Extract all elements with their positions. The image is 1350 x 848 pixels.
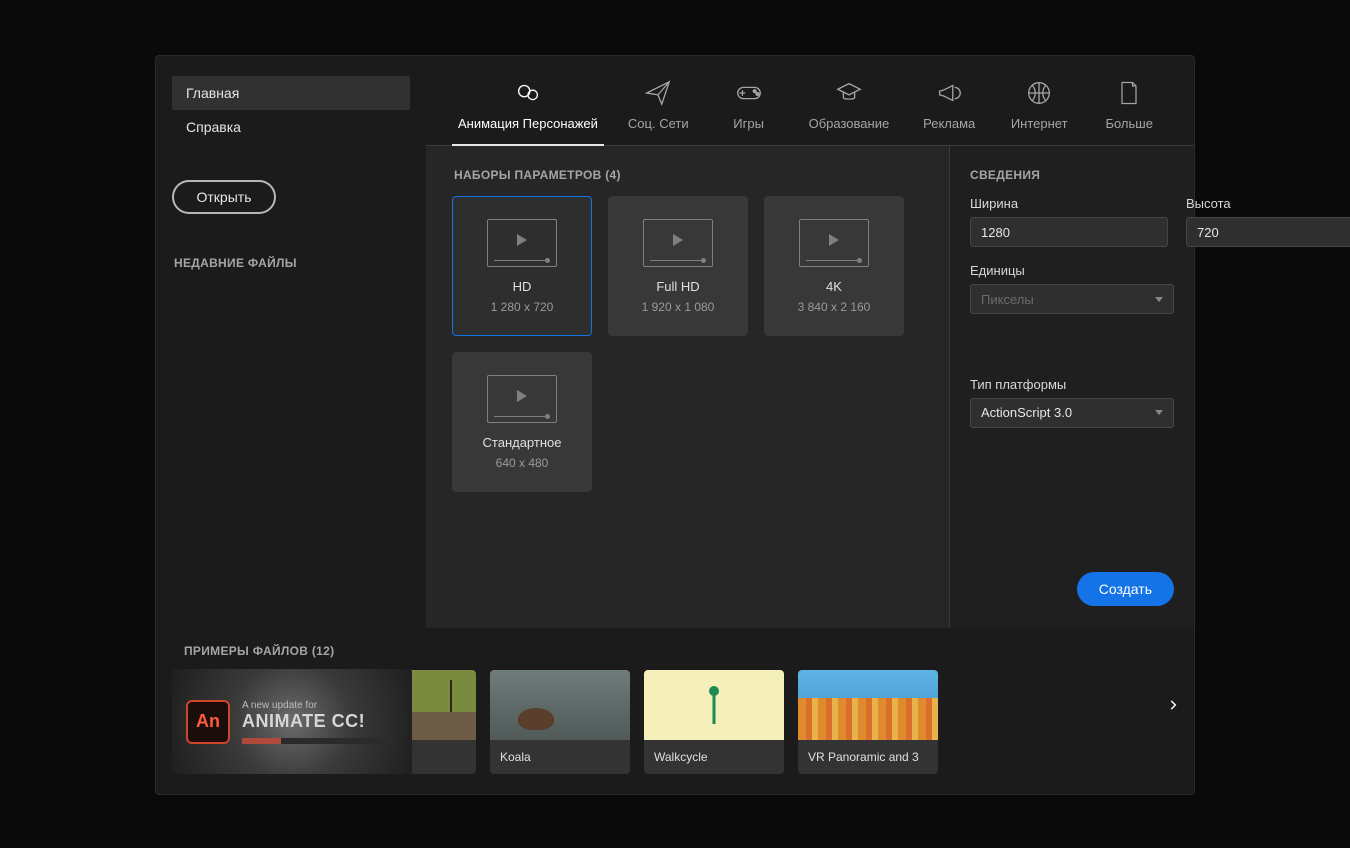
tab-characters[interactable]: Анимация Персонажей [448,72,608,145]
presets-heading: НАБОРЫ ПАРАМЕТРОВ (4) [454,168,923,182]
preset-name: 4K [826,279,842,294]
promo-text: A new update for ANIMATE CC! [242,700,392,744]
samples-next-button[interactable] [1166,698,1180,717]
grad-cap-icon [834,78,864,108]
preset-name: Стандартное [483,435,562,450]
globe-icon [1024,78,1054,108]
sample-card[interactable]: Koala [490,670,630,774]
units-value: Пикселы [981,292,1034,307]
file-icon [1114,78,1144,108]
preset-dimensions: 3 840 x 2 160 [798,300,871,314]
units-select[interactable]: Пикселы [970,284,1174,314]
platform-select[interactable]: ActionScript 3.0 [970,398,1174,428]
preset-name: HD [513,279,532,294]
paper-plane-icon [643,78,673,108]
recent-files-heading: НЕДАВНИЕ ФАЙЛЫ [174,256,410,270]
tab-megaphone[interactable]: Реклама [909,72,989,145]
chevron-down-icon [1155,410,1163,415]
promo-progress [242,738,392,744]
sample-label: Koala [490,740,630,774]
sample-thumb [644,670,784,740]
promo-banner[interactable]: An A new update for ANIMATE CC! [172,669,412,774]
nav-home[interactable]: Главная [172,76,410,110]
tab-gamepad[interactable]: Игры [709,72,789,145]
preset-name: Full HD [656,279,699,294]
details-panel: СВЕДЕНИЯ Ширина Высота Единицы [949,146,1194,628]
tab-grad-cap[interactable]: Образование [799,72,900,145]
width-input[interactable] [970,217,1168,247]
preset-thumb-icon [643,219,713,267]
chevron-down-icon [1155,297,1163,302]
megaphone-icon [934,78,964,108]
preset-cards: HD 1 280 x 720 Full HD 1 920 x 1 080 4K 3 840… [452,196,923,492]
preset-card[interactable]: Стандартное 640 x 480 [452,352,592,492]
nav-help[interactable]: Справка [172,110,410,144]
characters-icon [513,78,543,108]
create-button[interactable]: Создать [1077,572,1174,606]
preset-dimensions: 1 920 x 1 080 [642,300,715,314]
preset-dimensions: 1 280 x 720 [491,300,554,314]
preset-card[interactable]: Full HD 1 920 x 1 080 [608,196,748,336]
animate-logo-icon: An [186,700,230,744]
units-label: Единицы [970,263,1174,278]
tab-paper-plane[interactable]: Соц. Сети [618,72,699,145]
presets-panel: НАБОРЫ ПАРАМЕТРОВ (4) HD 1 280 x 720 Full … [426,146,949,628]
sample-thumb [798,670,938,740]
gamepad-icon [734,78,764,108]
promo-small: A new update for [242,700,392,711]
preset-dimensions: 640 x 480 [496,456,549,470]
preset-thumb-icon [487,375,557,423]
details-heading: СВЕДЕНИЯ [970,168,1174,182]
sample-card[interactable]: Walkcycle [644,670,784,774]
tab-label: Больше [1105,116,1153,131]
preset-card[interactable]: HD 1 280 x 720 [452,196,592,336]
category-tabs: Анимация Персонажей Соц. Сети Игры Образова… [426,56,1194,146]
main-area: Анимация Персонажей Соц. Сети Игры Образова… [426,56,1194,628]
sample-thumb [490,670,630,740]
preset-thumb-icon [487,219,557,267]
tab-file[interactable]: Больше [1089,72,1169,145]
tab-label: Интернет [1011,116,1068,131]
preset-thumb-icon [799,219,869,267]
platform-value: ActionScript 3.0 [981,405,1072,420]
tab-label: Образование [809,116,890,131]
tab-globe[interactable]: Интернет [999,72,1079,145]
tab-label: Соц. Сети [628,116,689,131]
sample-label: VR Panoramic and 3 [798,740,938,774]
sidebar: Главная Справка Открыть НЕДАВНИЕ ФАЙЛЫ [156,56,426,628]
open-button[interactable]: Открыть [172,180,276,214]
sample-card[interactable]: VR Panoramic and 3 [798,670,938,774]
promo-big: ANIMATE CC! [242,711,392,732]
home-screen: Главная Справка Открыть НЕДАВНИЕ ФАЙЛЫ А… [155,55,1195,795]
tab-label: Реклама [923,116,975,131]
width-label: Ширина [970,196,1168,211]
platform-label: Тип платформы [970,377,1174,392]
sample-label: Walkcycle [644,740,784,774]
samples-heading: ПРИМЕРЫ ФАЙЛОВ (12) [184,644,1168,658]
tab-label: Игры [733,116,764,131]
preset-card[interactable]: 4K 3 840 x 2 160 [764,196,904,336]
height-input[interactable] [1186,217,1350,247]
tab-label: Анимация Персонажей [458,116,598,131]
height-label: Высота [1186,196,1350,211]
